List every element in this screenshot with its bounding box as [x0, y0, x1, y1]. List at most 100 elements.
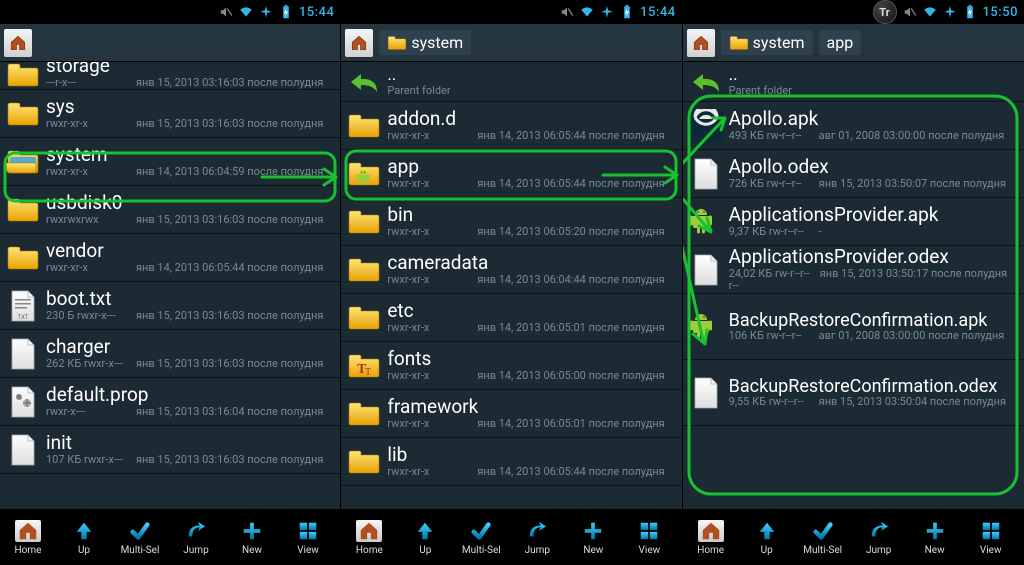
- file-date: -: [819, 226, 822, 238]
- home-badge-icon[interactable]: [687, 29, 715, 57]
- toolbar-jump-button[interactable]: Jump: [509, 509, 565, 565]
- wifi-icon: [239, 5, 253, 19]
- toolbar-label: Multi-Sel: [121, 545, 160, 556]
- toolbar-multi-button[interactable]: Multi-Sel: [112, 509, 168, 565]
- file-row[interactable]: bin rwxr-xr-x янв 14, 2013 06:05:20 посл…: [341, 198, 681, 246]
- multi-icon: [467, 519, 495, 543]
- toolbar-home-button[interactable]: Home: [341, 509, 397, 565]
- up-icon: [753, 519, 781, 543]
- file-row[interactable]: TT fonts rwxr-xr-x янв 14, 2013 06:05:00…: [341, 342, 681, 390]
- file-list[interactable]: storage ---r-x--- янв 15, 2013 03:16:03 …: [0, 62, 340, 509]
- toolbar-more-button[interactable]: B…: [336, 509, 340, 565]
- file-permissions: rwxr-xr-x: [387, 418, 467, 430]
- file-row[interactable]: lib rwxr-xr-x янв 14, 2013 06:05:44 посл…: [341, 438, 681, 486]
- file-row[interactable]: etc rwxr-xr-x янв 14, 2013 06:05:01 посл…: [341, 294, 681, 342]
- file-permissions: 9,55 КБ rw-r--r--: [729, 396, 809, 408]
- file-date: янв 15, 2013 03:16:03 после полудня: [136, 454, 323, 466]
- wifi-icon: [580, 5, 594, 19]
- file-sub: Parent folder: [387, 85, 677, 97]
- home-badge-icon[interactable]: [4, 29, 32, 57]
- toolbar-jump-button[interactable]: Jump: [168, 509, 224, 565]
- file-list[interactable]: .. Parent folder Apollo.apk 493 КБ rw-r-…: [683, 62, 1024, 509]
- file-permissions: 230 Б rwxr-x---: [46, 310, 126, 322]
- file-name: sys: [46, 97, 336, 118]
- row-icon: [0, 148, 46, 176]
- file-row[interactable]: ApplicationsProvider.apk 9,37 КБ rw-r--r…: [683, 198, 1024, 246]
- file-row[interactable]: app rwxr-xr-x янв 14, 2013 06:05:44 посл…: [341, 150, 681, 198]
- file-permissions: 726 КБ rw-r--r--: [729, 178, 809, 190]
- tt-badge-icon: Tr: [873, 0, 897, 24]
- toolbar-new-button[interactable]: New: [224, 509, 280, 565]
- multi-icon: [809, 519, 837, 543]
- toolbar-label: View: [639, 545, 661, 556]
- app-bar: system app: [683, 24, 1024, 62]
- mute-icon: [219, 5, 233, 19]
- toolbar-label: New: [242, 545, 262, 556]
- file-row[interactable]: system rwxr-xr-x янв 14, 2013 06:04:59 п…: [0, 138, 340, 186]
- file-name: storage: [46, 62, 336, 77]
- file-name: usbdisk0: [46, 193, 336, 214]
- row-icon: [341, 448, 387, 476]
- breadcrumb[interactable]: system: [379, 30, 471, 55]
- toolbar-up-button[interactable]: Up: [397, 509, 453, 565]
- view-icon: [977, 519, 1005, 543]
- toolbar-label: Home: [697, 545, 724, 556]
- parent-folder-row[interactable]: .. Parent folder: [683, 62, 1024, 102]
- file-row[interactable]: init 107 КБ rwxr-x--- янв 15, 2013 03:16…: [0, 426, 340, 474]
- toolbar-multi-button[interactable]: Multi-Sel: [795, 509, 851, 565]
- toolbar-home-button[interactable]: Home: [683, 509, 739, 565]
- file-permissions-extra: r--: [729, 280, 739, 292]
- file-row[interactable]: default.prop rwxr-x--- янв 15, 2013 03:1…: [0, 378, 340, 426]
- back-icon: [341, 70, 387, 94]
- file-row[interactable]: addon.d rwxr-xr-x янв 14, 2013 06:05:44 …: [341, 102, 681, 150]
- file-row[interactable]: Apollo.apk 493 КБ rw-r--r-- авг 01, 2008…: [683, 102, 1024, 150]
- toolbar-up-button[interactable]: Up: [56, 509, 112, 565]
- multi-icon: [126, 519, 154, 543]
- row-icon: [683, 376, 729, 410]
- toolbar-more-button[interactable]: B…: [677, 509, 681, 565]
- file-row[interactable]: cameradata rwxr-xr-x янв 14, 2013 06:04:…: [341, 246, 681, 294]
- file-permissions: rwxr-xr-x: [46, 118, 126, 130]
- file-name: Apollo.odex: [729, 157, 1020, 178]
- file-permissions: 493 КБ rw-r--r--: [729, 130, 809, 142]
- file-date: янв 14, 2013 06:05:44 после полудня: [477, 466, 664, 478]
- file-row[interactable]: BackupRestoreConfirmation.apk 106 КБ rw-…: [683, 294, 1024, 360]
- toolbar-view-button[interactable]: View: [963, 509, 1019, 565]
- airplane-icon: [600, 5, 614, 19]
- file-row[interactable]: BackupRestoreConfirmation.odex 9,55 КБ r…: [683, 360, 1024, 426]
- toolbar-multi-button[interactable]: Multi-Sel: [453, 509, 509, 565]
- parent-folder-row[interactable]: .. Parent folder: [341, 62, 681, 102]
- file-row[interactable]: storage ---r-x--- янв 15, 2013 03:16:03 …: [0, 62, 340, 90]
- toolbar-view-button[interactable]: View: [621, 509, 677, 565]
- toolbar-label: Home: [356, 545, 383, 556]
- toolbar-jump-button[interactable]: Jump: [851, 509, 907, 565]
- toolbar-more-button[interactable]: B…: [1019, 509, 1024, 565]
- file-row[interactable]: framework rwxr-xr-x янв 14, 2013 06:05:0…: [341, 390, 681, 438]
- file-row[interactable]: vendor rwxr-xr-x янв 14, 2013 06:05:44 п…: [0, 234, 340, 282]
- file-name: default.prop: [46, 385, 336, 406]
- breadcrumb[interactable]: app: [819, 30, 862, 55]
- file-list[interactable]: .. Parent folder addon.d rwxr-xr-x янв 1…: [341, 62, 681, 509]
- toolbar-label: Up: [78, 545, 90, 556]
- file-row[interactable]: sys rwxr-xr-x янв 15, 2013 03:16:03 посл…: [0, 90, 340, 138]
- toolbar-new-button[interactable]: New: [565, 509, 621, 565]
- new-icon: [921, 519, 949, 543]
- file-row[interactable]: charger 262 КБ rwxr-x--- янв 15, 2013 03…: [0, 330, 340, 378]
- file-date: янв 15, 2013 03:16:03 после полудня: [136, 77, 323, 89]
- breadcrumb[interactable]: system: [721, 30, 813, 55]
- home-badge-icon[interactable]: [345, 29, 373, 57]
- toolbar-label: Home: [15, 545, 42, 556]
- toolbar-up-button[interactable]: Up: [739, 509, 795, 565]
- file-row[interactable]: TXT boot.txt 230 Б rwxr-x--- янв 15, 201…: [0, 282, 340, 330]
- svg-text:TXT: TXT: [18, 314, 29, 321]
- toolbar-view-button[interactable]: View: [280, 509, 336, 565]
- file-row[interactable]: ApplicationsProvider.odex 24,02 КБ rw-r-…: [683, 246, 1024, 294]
- row-icon: [683, 310, 729, 344]
- file-row[interactable]: usbdisk0 rwxrwxrwx янв 15, 2013 03:16:03…: [0, 186, 340, 234]
- toolbar-new-button[interactable]: New: [907, 509, 963, 565]
- toolbar-home-button[interactable]: Home: [0, 509, 56, 565]
- row-icon: [0, 62, 46, 89]
- file-date: янв 15, 2013 03:16:03 после полудня: [136, 358, 323, 370]
- file-row[interactable]: Apollo.odex 726 КБ rw-r--r-- янв 15, 201…: [683, 150, 1024, 198]
- status-bar: Tr 15:50: [683, 0, 1024, 24]
